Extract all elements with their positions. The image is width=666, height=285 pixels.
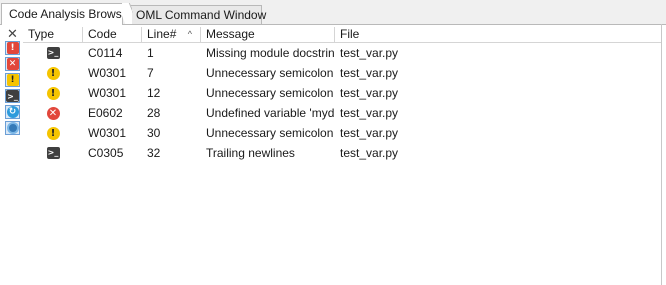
column-header-line-label: Line# — [147, 27, 177, 41]
cell-code: W0301 — [88, 86, 127, 100]
table-row[interactable]: ✕ E0602 28 Undefined variable 'mydict' test_… — [23, 103, 661, 123]
warning-icon: ! — [46, 66, 60, 80]
warning-icon: ! — [46, 86, 60, 100]
cell-line: 12 — [147, 86, 161, 100]
cell-type: ✕ — [23, 103, 83, 123]
tab-strip: Code Analysis Browser OML Command Window — [0, 0, 666, 25]
cell-code: W0301 — [88, 126, 127, 140]
convention-icon: >_ — [46, 147, 60, 159]
convention-icon: >_ — [46, 47, 60, 59]
column-header-code[interactable]: Code — [83, 27, 142, 42]
table-header: Type Code Line# ^ Message File — [23, 27, 661, 43]
column-header-line[interactable]: Line# ^ — [142, 27, 201, 42]
cell-message: Undefined variable 'mydict' — [206, 106, 335, 120]
table-row[interactable]: ! W0301 30 Unnecessary semicolon test_var.py — [23, 123, 661, 143]
cell-file: test_var.py — [340, 86, 399, 100]
info-icon — [6, 122, 19, 134]
panel-right-border — [661, 24, 662, 285]
cell-line: 1 — [147, 46, 154, 60]
sort-ascending-icon: ^ — [187, 29, 192, 39]
column-header-file[interactable]: File — [335, 27, 661, 42]
results-table: Type Code Line# ^ Message File >_ C0114 1 M… — [23, 27, 661, 285]
tab-separator — [122, 3, 132, 24]
cell-file: test_var.py — [340, 126, 399, 140]
column-header-message[interactable]: Message — [201, 27, 335, 42]
cell-code: E0602 — [88, 106, 123, 120]
warning-icon: ! — [46, 126, 60, 140]
table-row[interactable]: ! W0301 7 Unnecessary semicolon test_var.py — [23, 63, 661, 83]
cell-type: >_ — [23, 143, 83, 163]
cell-line: 30 — [147, 126, 161, 140]
error-icon: ! — [6, 42, 19, 54]
error-icon: ✕ — [6, 58, 19, 70]
cell-line: 7 — [147, 66, 154, 80]
cell-type: ! — [23, 123, 83, 143]
cell-message: Unnecessary semicolon — [206, 86, 334, 100]
cell-message: Missing module docstring — [206, 46, 335, 60]
cell-message: Trailing newlines — [206, 146, 295, 160]
cell-code: C0114 — [88, 46, 123, 60]
cell-message: Unnecessary semicolon — [206, 66, 334, 80]
filter-info-toggle[interactable] — [5, 121, 20, 135]
cell-line: 28 — [147, 106, 161, 120]
refactor-icon: ↻ — [6, 106, 19, 118]
filter-conventions-toggle[interactable]: >_ — [5, 89, 20, 103]
convention-icon: >_ — [6, 90, 19, 102]
table-row[interactable]: ! W0301 12 Unnecessary semicolon test_var.py — [23, 83, 661, 103]
cell-file: test_var.py — [340, 66, 399, 80]
warning-icon: ! — [6, 74, 19, 86]
table-row[interactable]: >_ C0305 32 Trailing newlines test_var.py — [23, 143, 661, 163]
cell-code: C0305 — [88, 146, 124, 160]
filter-errors-toggle[interactable]: ! — [5, 41, 20, 55]
column-header-type[interactable]: Type — [23, 27, 83, 42]
tab-code-analysis-browser[interactable]: Code Analysis Browser — [1, 3, 132, 25]
filter-fatal-toggle[interactable]: ✕ — [5, 57, 20, 71]
filter-refactor-toggle[interactable]: ↻ — [5, 105, 20, 119]
cell-file: test_var.py — [340, 106, 399, 120]
cell-type: ! — [23, 63, 83, 83]
cell-type: >_ — [23, 43, 83, 63]
tab-oml-command-window[interactable]: OML Command Window — [128, 5, 266, 24]
error-icon: ✕ — [46, 106, 60, 120]
cell-message: Unnecessary semicolon — [206, 126, 334, 140]
cell-type: ! — [23, 83, 83, 103]
cell-line: 32 — [147, 146, 161, 160]
cell-file: test_var.py — [340, 46, 399, 60]
table-row[interactable]: >_ C0114 1 Missing module docstring test_var… — [23, 43, 661, 63]
filter-warnings-toggle[interactable]: ! — [5, 73, 20, 87]
close-button[interactable]: ✕ — [5, 27, 20, 41]
cell-code: W0301 — [88, 66, 127, 80]
cell-file: test_var.py — [340, 146, 399, 160]
close-icon: ✕ — [7, 26, 18, 41]
